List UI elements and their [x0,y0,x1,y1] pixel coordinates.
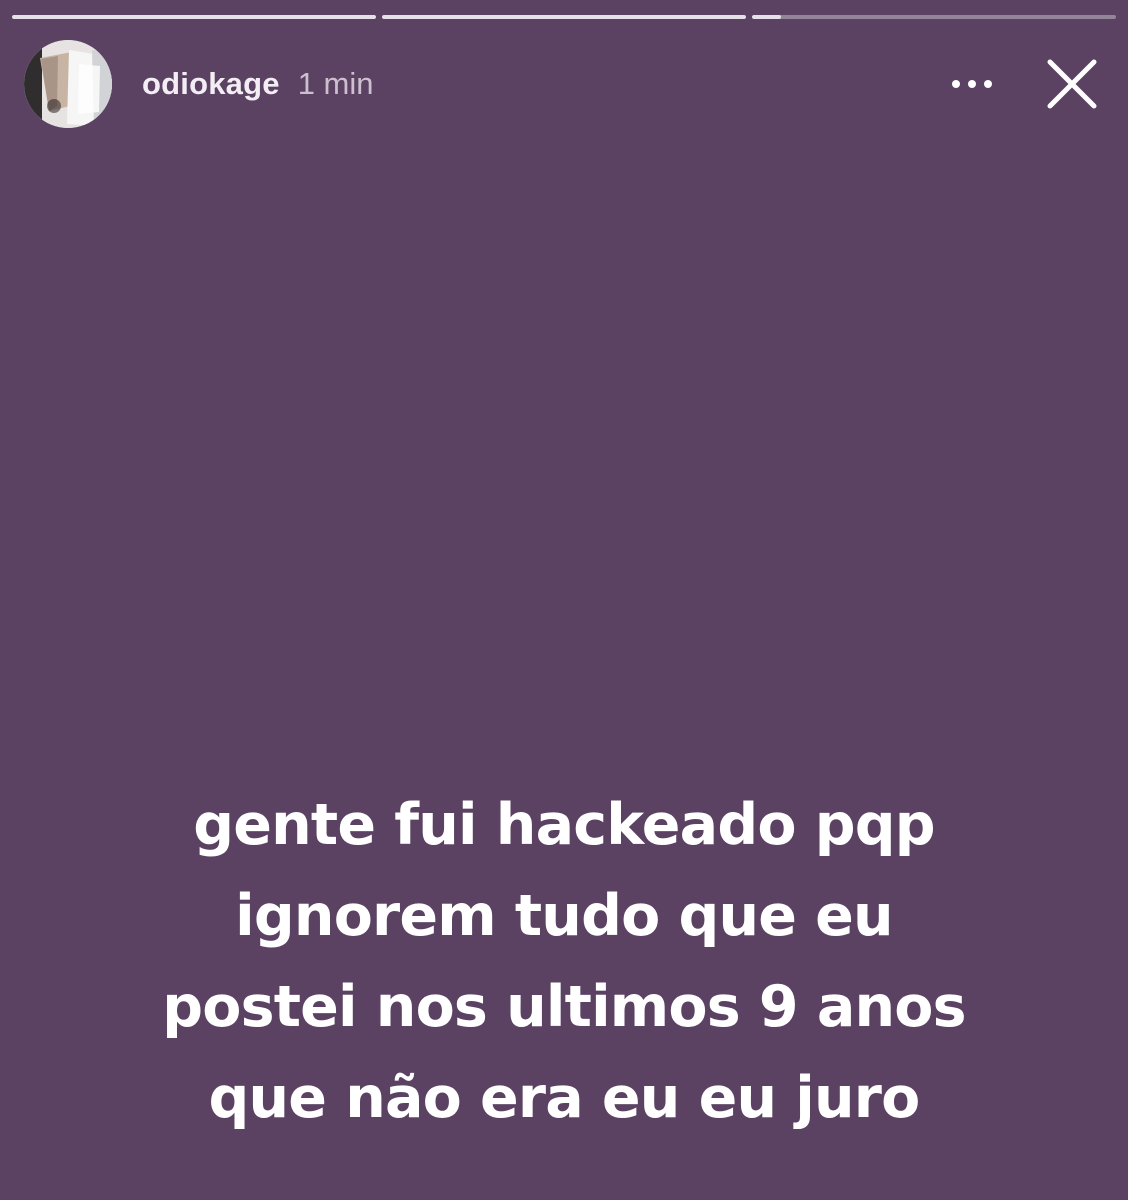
story-user-meta: odiokage 1 min [142,66,374,102]
progress-fill-1 [12,15,376,19]
story-time: 1 min [297,66,374,101]
progress-fill-3 [752,15,782,19]
story-text: gente fui hackeado pqp ignorem tudo que … [40,780,1088,1144]
story-viewer: odiokage 1 min gente fui hackeado pqp ig… [0,0,1128,1200]
story-actions [940,52,1104,116]
story-text-line-1: gente fui hackeado pqp [193,792,935,858]
progress-segment-3 [752,15,1116,19]
story-text-line-2: ignorem tudo que eu [235,883,893,949]
username[interactable]: odiokage [142,66,280,102]
story-text-line-4: que não era eu eu juro [208,1065,921,1131]
avatar[interactable] [24,40,112,128]
close-button[interactable] [1040,52,1104,116]
avatar-image [24,40,112,128]
more-icon [952,80,992,88]
close-icon [1047,59,1097,109]
progress-segment-2 [382,15,746,19]
story-header: odiokage 1 min [24,40,1108,128]
progress-fill-2 [382,15,746,19]
more-button[interactable] [940,52,1004,116]
story-progress [12,15,1116,19]
story-text-line-3: postei nos ultimos 9 anos [162,974,966,1040]
progress-segment-1 [12,15,376,19]
